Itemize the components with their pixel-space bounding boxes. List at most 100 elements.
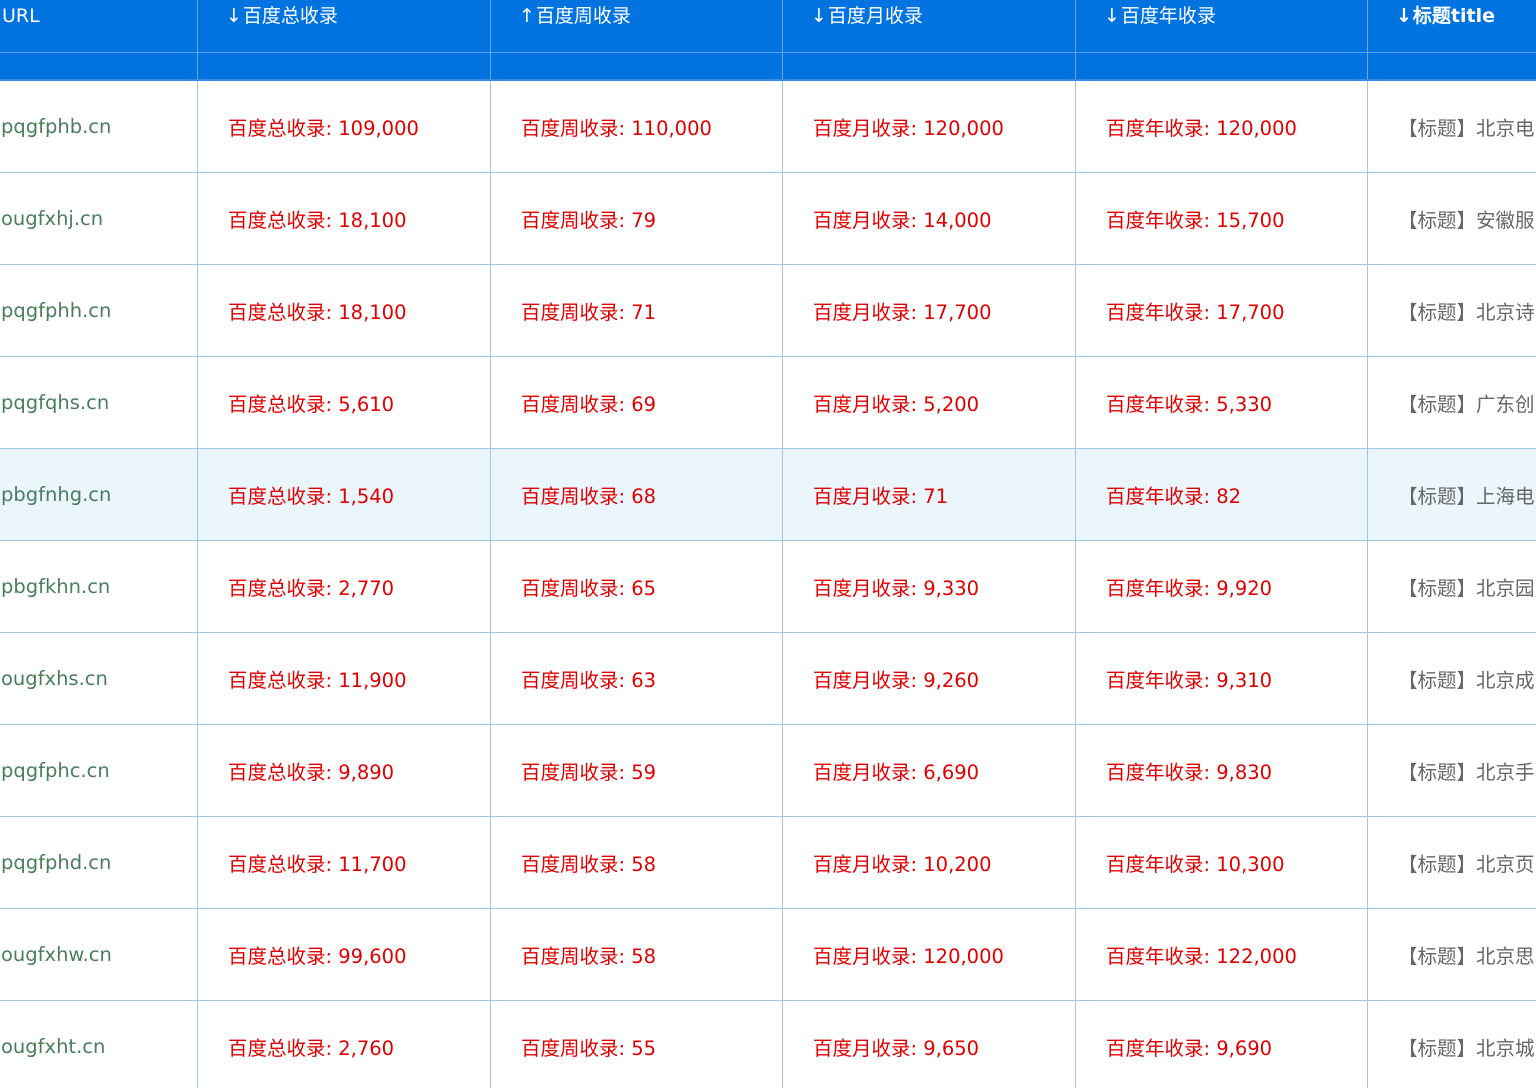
url-link[interactable]: ougfxhj.cn <box>0 172 198 265</box>
header-filter-cell <box>0 52 198 81</box>
url-link[interactable]: ougfxhw.cn <box>0 908 198 1001</box>
table-row: pqgfphb.cn 百度总收录: 109,000 百度周收录: 110,000… <box>0 80 1536 173</box>
total-index-cell: 百度总收录: 2,770 <box>197 540 491 633</box>
title-cell: 【标题】北京诗 <box>1367 264 1536 357</box>
week-index-cell: 百度周收录: 59 <box>490 724 783 817</box>
table-row: pqgfqhs.cn 百度总收录: 5,610 百度周收录: 69 百度月收录:… <box>0 356 1536 449</box>
header-filter-row <box>0 52 1536 81</box>
table-row: ougfxhw.cn 百度总收录: 99,600 百度周收录: 58 百度月收录… <box>0 908 1536 1001</box>
year-index-cell: 百度年收录: 120,000 <box>1075 80 1368 173</box>
table-row: pqgfphd.cn 百度总收录: 11,700 百度周收录: 58 百度月收录… <box>0 816 1536 909</box>
total-index-cell: 百度总收录: 9,890 <box>197 724 491 817</box>
month-index-cell: 百度月收录: 71 <box>782 448 1076 541</box>
sort-desc-arrow-icon: ↓ <box>811 5 827 27</box>
url-link[interactable]: pbgfnhg.cn <box>0 448 198 541</box>
column-header-label: 百度年收录 <box>1120 5 1216 27</box>
column-header-year-index[interactable]: ↓百度年收录 <box>1075 0 1368 53</box>
url-link[interactable]: pbgfkhn.cn <box>0 540 198 633</box>
total-index-cell: 百度总收录: 11,700 <box>197 816 491 909</box>
month-index-cell: 百度月收录: 17,700 <box>782 264 1076 357</box>
month-index-cell: 百度月收录: 6,690 <box>782 724 1076 817</box>
domain-ranking-table-container: URL ↓百度总收录 ↑百度周收录 ↓百度月收录 ↓百度年收录 ↓标题title <box>0 0 1536 1088</box>
table-row: ougfxhs.cn 百度总收录: 11,900 百度周收录: 63 百度月收录… <box>0 632 1536 725</box>
month-index-cell: 百度月收录: 9,260 <box>782 632 1076 725</box>
total-index-cell: 百度总收录: 2,760 <box>197 1000 491 1088</box>
year-index-cell: 百度年收录: 9,920 <box>1075 540 1368 633</box>
year-index-cell: 百度年收录: 9,830 <box>1075 724 1368 817</box>
month-index-cell: 百度月收录: 14,000 <box>782 172 1076 265</box>
url-link[interactable]: ougfxht.cn <box>0 1000 198 1088</box>
table-row: ougfxht.cn 百度总收录: 2,760 百度周收录: 55 百度月收录:… <box>0 1000 1536 1088</box>
month-index-cell: 百度月收录: 120,000 <box>782 908 1076 1001</box>
table-body: pqgfphb.cn 百度总收录: 109,000 百度周收录: 110,000… <box>0 80 1536 1088</box>
month-index-cell: 百度月收录: 9,650 <box>782 1000 1076 1088</box>
url-link[interactable]: pqgfphc.cn <box>0 724 198 817</box>
url-link[interactable]: pqgfqhs.cn <box>0 356 198 449</box>
title-cell: 【标题】北京城 <box>1367 1000 1536 1088</box>
header-filter-cell <box>490 52 783 81</box>
column-header-label: 百度周收录 <box>535 5 631 27</box>
total-index-cell: 百度总收录: 1,540 <box>197 448 491 541</box>
month-index-cell: 百度月收录: 10,200 <box>782 816 1076 909</box>
year-index-cell: 百度年收录: 15,700 <box>1075 172 1368 265</box>
week-index-cell: 百度周收录: 79 <box>490 172 783 265</box>
year-index-cell: 百度年收录: 17,700 <box>1075 264 1368 357</box>
column-header-label: 百度总收录 <box>242 5 338 27</box>
title-cell: 【标题】北京成 <box>1367 632 1536 725</box>
column-header-week-index[interactable]: ↑百度周收录 <box>490 0 783 53</box>
table-row-hovered: pbgfnhg.cn 百度总收录: 1,540 百度周收录: 68 百度月收录:… <box>0 448 1536 541</box>
total-index-cell: 百度总收录: 109,000 <box>197 80 491 173</box>
year-index-cell: 百度年收录: 9,690 <box>1075 1000 1368 1088</box>
year-index-cell: 百度年收录: 5,330 <box>1075 356 1368 449</box>
column-header-total-index[interactable]: ↓百度总收录 <box>197 0 491 53</box>
column-header-month-index[interactable]: ↓百度月收录 <box>782 0 1076 53</box>
week-index-cell: 百度周收录: 110,000 <box>490 80 783 173</box>
title-cell: 【标题】北京手 <box>1367 724 1536 817</box>
week-index-cell: 百度周收录: 55 <box>490 1000 783 1088</box>
year-index-cell: 百度年收录: 82 <box>1075 448 1368 541</box>
domain-ranking-table: URL ↓百度总收录 ↑百度周收录 ↓百度月收录 ↓百度年收录 ↓标题title <box>0 0 1536 1088</box>
url-link[interactable]: pqgfphh.cn <box>0 264 198 357</box>
sort-asc-arrow-icon: ↑ <box>519 5 535 27</box>
total-index-cell: 百度总收录: 99,600 <box>197 908 491 1001</box>
title-cell: 【标题】北京园 <box>1367 540 1536 633</box>
month-index-cell: 百度月收录: 5,200 <box>782 356 1076 449</box>
week-index-cell: 百度周收录: 58 <box>490 908 783 1001</box>
column-header-label: 标题title <box>1412 5 1495 27</box>
table-row: pqgfphh.cn 百度总收录: 18,100 百度周收录: 71 百度月收录… <box>0 264 1536 357</box>
header-filter-cell <box>1075 52 1368 81</box>
title-cell: 【标题】北京思 <box>1367 908 1536 1001</box>
url-link[interactable]: pqgfphd.cn <box>0 816 198 909</box>
year-index-cell: 百度年收录: 122,000 <box>1075 908 1368 1001</box>
title-cell: 【标题】北京电 <box>1367 80 1536 173</box>
title-cell: 【标题】上海电 <box>1367 448 1536 541</box>
header-filter-cell <box>782 52 1076 81</box>
week-index-cell: 百度周收录: 68 <box>490 448 783 541</box>
url-link[interactable]: ougfxhs.cn <box>0 632 198 725</box>
header-filter-cell <box>197 52 491 81</box>
total-index-cell: 百度总收录: 18,100 <box>197 264 491 357</box>
total-index-cell: 百度总收录: 5,610 <box>197 356 491 449</box>
table-row: pqgfphc.cn 百度总收录: 9,890 百度周收录: 59 百度月收录:… <box>0 724 1536 817</box>
week-index-cell: 百度周收录: 65 <box>490 540 783 633</box>
column-header-label: 百度月收录 <box>827 5 923 27</box>
title-cell: 【标题】安徽服 <box>1367 172 1536 265</box>
table-row: ougfxhj.cn 百度总收录: 18,100 百度周收录: 79 百度月收录… <box>0 172 1536 265</box>
total-index-cell: 百度总收录: 11,900 <box>197 632 491 725</box>
total-index-cell: 百度总收录: 18,100 <box>197 172 491 265</box>
week-index-cell: 百度周收录: 71 <box>490 264 783 357</box>
column-header-label: URL <box>2 5 40 27</box>
column-header-title[interactable]: ↓标题title <box>1367 0 1536 53</box>
column-header-url[interactable]: URL <box>0 0 198 53</box>
header-filter-cell <box>1367 52 1536 81</box>
year-index-cell: 百度年收录: 9,310 <box>1075 632 1368 725</box>
year-index-cell: 百度年收录: 10,300 <box>1075 816 1368 909</box>
table-row: pbgfkhn.cn 百度总收录: 2,770 百度周收录: 65 百度月收录:… <box>0 540 1536 633</box>
week-index-cell: 百度周收录: 69 <box>490 356 783 449</box>
sort-desc-arrow-icon: ↓ <box>1396 5 1412 27</box>
week-index-cell: 百度周收录: 58 <box>490 816 783 909</box>
month-index-cell: 百度月收录: 9,330 <box>782 540 1076 633</box>
title-cell: 【标题】广东创 <box>1367 356 1536 449</box>
month-index-cell: 百度月收录: 120,000 <box>782 80 1076 173</box>
url-link[interactable]: pqgfphb.cn <box>0 80 198 173</box>
